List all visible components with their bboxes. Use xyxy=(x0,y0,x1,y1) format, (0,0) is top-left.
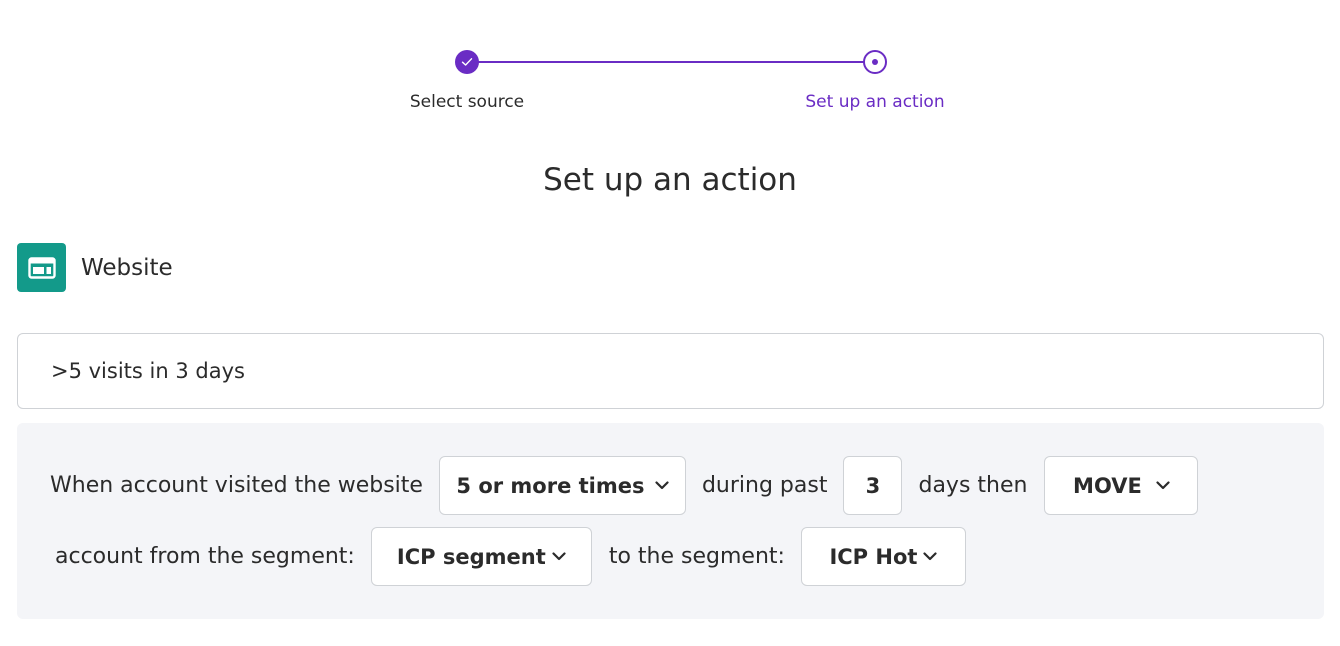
visits-frequency-select[interactable]: 5 or more times xyxy=(438,456,686,515)
page: Select source Set up an action Set up an… xyxy=(0,0,1340,646)
rule-text-days-then: days then xyxy=(918,473,1028,498)
from-segment-select[interactable]: ICP segment xyxy=(370,527,592,586)
rule-text-during: during past xyxy=(701,473,828,498)
check-icon xyxy=(461,58,473,66)
action-name-input[interactable] xyxy=(17,333,1324,409)
rule-line-2: account from the segment: ICP segment to… xyxy=(55,527,966,586)
chevron-down-icon xyxy=(654,481,669,490)
step-2-current-icon[interactable] xyxy=(863,50,887,74)
chevron-down-icon xyxy=(923,552,938,561)
rule-text-to: to the segment: xyxy=(608,544,785,569)
browser-window-icon xyxy=(27,256,56,279)
chevron-down-icon xyxy=(1156,481,1170,490)
days-input[interactable] xyxy=(843,456,903,515)
current-step-dot-icon xyxy=(872,59,878,65)
source-row: Website xyxy=(17,243,173,292)
rule-text-from: account from the segment: xyxy=(55,544,355,569)
action-type-select[interactable]: MOVE xyxy=(1044,456,1199,515)
website-icon xyxy=(17,243,66,292)
stepper-connector xyxy=(478,61,864,63)
step-1-completed-icon[interactable] xyxy=(455,50,479,74)
step-1-label[interactable]: Select source xyxy=(410,92,524,112)
from-segment-value: ICP segment xyxy=(396,544,546,569)
visits-frequency-value: 5 or more times xyxy=(456,473,645,498)
rule-builder-panel: When account visited the website 5 or mo… xyxy=(17,423,1324,619)
rule-text-when: When account visited the website xyxy=(50,473,423,498)
step-2-label[interactable]: Set up an action xyxy=(805,92,944,112)
to-segment-select[interactable]: ICP Hot xyxy=(800,527,966,586)
stepper: Select source Set up an action xyxy=(0,0,1340,130)
to-segment-value: ICP Hot xyxy=(829,544,918,569)
action-type-value: MOVE xyxy=(1073,473,1142,498)
rule-line-1: When account visited the website 5 or mo… xyxy=(50,456,1199,515)
page-title: Set up an action xyxy=(543,162,797,198)
chevron-down-icon xyxy=(552,552,566,561)
source-label: Website xyxy=(81,254,173,281)
